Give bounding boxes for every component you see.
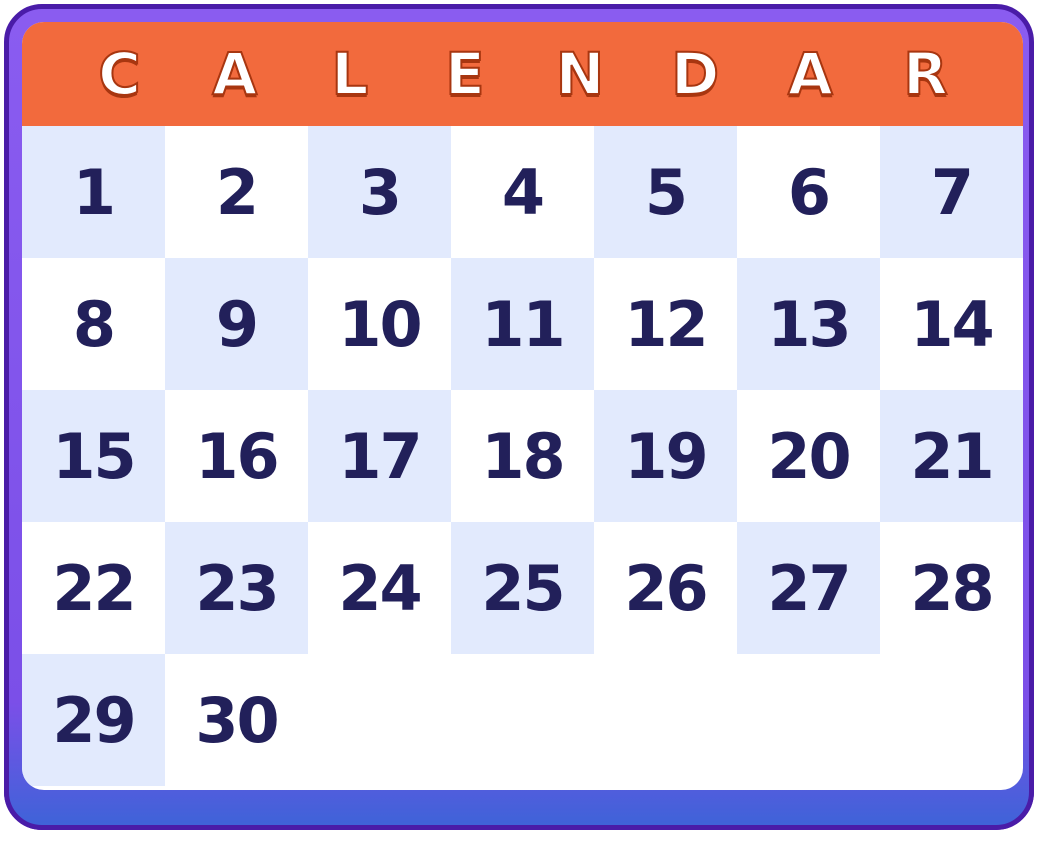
header-letter-l: L <box>330 40 369 108</box>
day-cell-24[interactable]: 24 <box>308 522 451 654</box>
day-cell-21[interactable]: 21 <box>880 390 1023 522</box>
day-cell-7[interactable]: 7 <box>880 126 1023 258</box>
day-cell-12[interactable]: 12 <box>594 258 737 390</box>
day-cell-28[interactable]: 28 <box>880 522 1023 654</box>
calendar-card: C A L E N D A R 1 2 3 4 5 6 7 8 9 10 11 … <box>22 22 1023 790</box>
day-cell-15[interactable]: 15 <box>22 390 165 522</box>
day-cell-8[interactable]: 8 <box>22 258 165 390</box>
day-cell-2[interactable]: 2 <box>165 126 308 258</box>
calendar-grid: 1 2 3 4 5 6 7 8 9 10 11 12 13 14 15 16 1… <box>22 126 1023 786</box>
header-letter-e: E <box>444 40 486 108</box>
day-cell-4[interactable]: 4 <box>451 126 594 258</box>
day-cell-19[interactable]: 19 <box>594 390 737 522</box>
day-cell-11[interactable]: 11 <box>451 258 594 390</box>
day-cell-18[interactable]: 18 <box>451 390 594 522</box>
day-cell-14[interactable]: 14 <box>880 258 1023 390</box>
day-cell-26[interactable]: 26 <box>594 522 737 654</box>
header-letter-a2: A <box>787 40 834 108</box>
header-letter-d: D <box>670 40 720 108</box>
day-cell-29[interactable]: 29 <box>22 654 165 786</box>
header-letter-a: A <box>211 40 258 108</box>
day-cell-3[interactable]: 3 <box>308 126 451 258</box>
header-letter-n: N <box>555 40 606 108</box>
day-cell-20[interactable]: 20 <box>737 390 880 522</box>
day-cell-5[interactable]: 5 <box>594 126 737 258</box>
day-cell-13[interactable]: 13 <box>737 258 880 390</box>
day-cell-22[interactable]: 22 <box>22 522 165 654</box>
day-cell-1[interactable]: 1 <box>22 126 165 258</box>
day-cell-30[interactable]: 30 <box>165 654 308 786</box>
day-cell-9[interactable]: 9 <box>165 258 308 390</box>
calendar-header: C A L E N D A R <box>22 22 1023 137</box>
day-cell-27[interactable]: 27 <box>737 522 880 654</box>
day-cell-17[interactable]: 17 <box>308 390 451 522</box>
header-letter-c: C <box>97 40 142 108</box>
day-cell-10[interactable]: 10 <box>308 258 451 390</box>
day-cell-16[interactable]: 16 <box>165 390 308 522</box>
header-letter-r: R <box>902 40 949 108</box>
day-cell-6[interactable]: 6 <box>737 126 880 258</box>
day-cell-25[interactable]: 25 <box>451 522 594 654</box>
day-cell-23[interactable]: 23 <box>165 522 308 654</box>
